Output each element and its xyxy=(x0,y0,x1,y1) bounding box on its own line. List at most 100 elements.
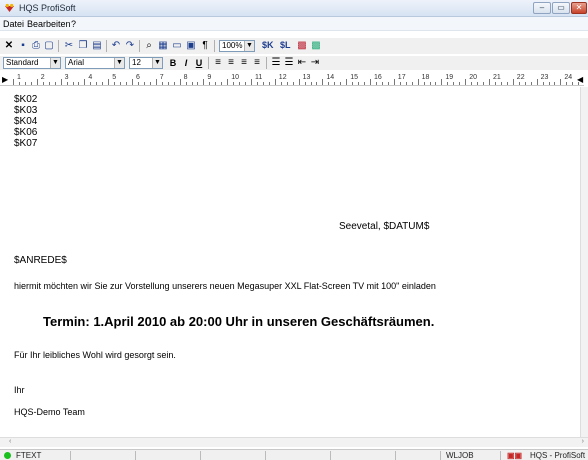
ruler-number: 14 xyxy=(326,74,335,81)
paste-icon[interactable]: ▤ xyxy=(91,40,103,52)
ruler-tick xyxy=(381,82,383,85)
status-divider xyxy=(135,451,136,460)
status-app-name: HQS - ProfiSoft xyxy=(530,451,586,460)
undo-icon[interactable]: ↶ xyxy=(110,40,122,52)
style-select[interactable]: Standard ▼ xyxy=(3,57,61,69)
ruler-tick xyxy=(316,82,318,85)
align-justify-icon[interactable]: ≡ xyxy=(251,57,263,69)
ruler-tick xyxy=(572,82,574,85)
ruler-tick xyxy=(375,82,377,85)
status-divider xyxy=(440,451,441,460)
ruler-tick xyxy=(566,82,568,85)
app-icon xyxy=(5,3,14,12)
font-size-select[interactable]: 12 ▼ xyxy=(129,57,163,69)
ruler-tick xyxy=(155,79,157,85)
cut-icon[interactable]: ✂ xyxy=(63,40,75,52)
ruler-tick xyxy=(185,82,187,85)
menu-bearbeiten[interactable]: Bearbeiten xyxy=(27,19,71,29)
document-line: $K06 xyxy=(14,127,38,138)
save-icon[interactable]: ▪ xyxy=(17,40,29,52)
ruler-tick xyxy=(358,82,360,85)
horizontal-scrollbar[interactable]: ‹ › xyxy=(0,437,588,447)
toolbar-separator xyxy=(106,40,107,52)
ruler-tick xyxy=(84,79,86,85)
paragraph-marks-icon[interactable]: ¶ xyxy=(199,40,211,52)
image-icon[interactable]: ▣ xyxy=(185,40,197,52)
decrease-indent-icon[interactable]: ⇤ xyxy=(296,57,308,69)
scroll-left-icon[interactable]: ‹ xyxy=(9,438,11,445)
zoom-select[interactable]: 100% ▼ xyxy=(219,40,255,52)
close-document-icon[interactable]: ✕ xyxy=(3,40,15,52)
numbered-list-icon[interactable]: ☰ xyxy=(283,57,295,69)
chevron-down-icon: ▼ xyxy=(244,41,254,51)
insert-l-field-button[interactable]: $L xyxy=(280,40,291,50)
status-job: WLJOB xyxy=(446,451,474,460)
maximize-button[interactable]: ▭ xyxy=(552,2,570,14)
print-icon[interactable]: ⎙ xyxy=(30,40,42,52)
frame-icon[interactable]: ▭ xyxy=(171,40,183,52)
bullet-list-icon[interactable]: ☰ xyxy=(270,57,282,69)
ruler-tick xyxy=(60,79,62,85)
mail-merge-icon[interactable]: ▩ xyxy=(296,40,308,52)
document-area[interactable]: $K02 $K03 $K04 $K06 $K07 Seevetal, $DATU… xyxy=(0,87,580,437)
ruler-number: 7 xyxy=(159,74,164,81)
ruler-tick xyxy=(203,79,205,85)
ruler-tick xyxy=(179,79,181,85)
ruler-tick xyxy=(173,82,175,85)
ruler-tick xyxy=(494,82,496,85)
date-line: Seevetal, $DATUM$ xyxy=(339,221,430,232)
vertical-scrollbar[interactable] xyxy=(580,87,588,437)
ruler-tick xyxy=(459,82,461,85)
minimize-button[interactable]: – xyxy=(533,2,551,14)
ruler-tick xyxy=(387,82,389,85)
ruler-tick xyxy=(96,82,98,85)
scroll-right-icon[interactable]: › xyxy=(582,438,584,445)
menu-help[interactable]: ? xyxy=(71,19,76,29)
ruler-tick xyxy=(191,82,193,85)
underline-icon[interactable]: U xyxy=(193,57,205,69)
ruler-number: 12 xyxy=(278,74,287,81)
indent-marker-icon[interactable]: ▶ xyxy=(2,75,8,84)
ruler-number: 15 xyxy=(350,74,358,81)
ruler-tick xyxy=(370,79,371,85)
close-button[interactable]: ✕ xyxy=(571,2,587,14)
copy-icon[interactable]: ❐ xyxy=(77,40,89,52)
ruler-number: 3 xyxy=(64,74,69,81)
align-left-icon[interactable]: ≡ xyxy=(212,57,224,69)
redo-icon[interactable]: ↷ xyxy=(124,40,136,52)
insert-k-field-button[interactable]: $K xyxy=(262,40,274,50)
ruler-tick xyxy=(512,79,514,85)
italic-icon[interactable]: I xyxy=(180,57,192,69)
ruler-tick xyxy=(13,79,14,85)
ruler-tick xyxy=(48,82,50,85)
menu-datei[interactable]: Datei xyxy=(3,19,24,29)
ruler-tick xyxy=(227,79,229,85)
ruler[interactable]: ▶ ◀ 1 2 3 4 5 6 7 8 9 10 11 12 13 14 15 16 17 18 19 20 21 22 2… xyxy=(0,72,584,86)
ruler-tick xyxy=(441,79,443,85)
ruler-tick xyxy=(483,82,485,85)
invitation-line: hiermit möchten wir Sie zur Vorstellung … xyxy=(14,281,436,291)
ruler-tick xyxy=(137,82,139,85)
appointment-line: Termin: 1.April 2010 ab 20:00 Uhr in uns… xyxy=(43,314,435,329)
align-right-icon[interactable]: ≡ xyxy=(238,57,250,69)
ruler-tick xyxy=(298,79,300,85)
ruler-tick xyxy=(429,82,431,85)
ruler-tick xyxy=(578,82,580,85)
salutation-line: $ANREDE$ xyxy=(14,255,67,266)
print-preview-icon[interactable]: ▢ xyxy=(43,40,55,52)
document-line: $K02 xyxy=(14,94,38,105)
ruler-tick xyxy=(506,82,508,85)
find-icon[interactable]: ⌕ xyxy=(143,40,155,52)
bold-icon[interactable]: B xyxy=(167,57,179,69)
table-icon[interactable]: ▦ xyxy=(157,40,169,52)
ruler-tick xyxy=(518,82,520,85)
increase-indent-icon[interactable]: ⇥ xyxy=(309,57,321,69)
ruler-tick xyxy=(352,82,354,85)
ruler-tick xyxy=(36,79,38,85)
font-select[interactable]: Arial ▼ xyxy=(65,57,125,69)
ruler-tick xyxy=(328,82,330,85)
align-center-icon[interactable]: ≡ xyxy=(225,57,237,69)
ruler-tick xyxy=(149,82,151,85)
mail-merge-preview-icon[interactable]: ▩ xyxy=(310,40,322,52)
ruler-number: 16 xyxy=(374,74,382,81)
